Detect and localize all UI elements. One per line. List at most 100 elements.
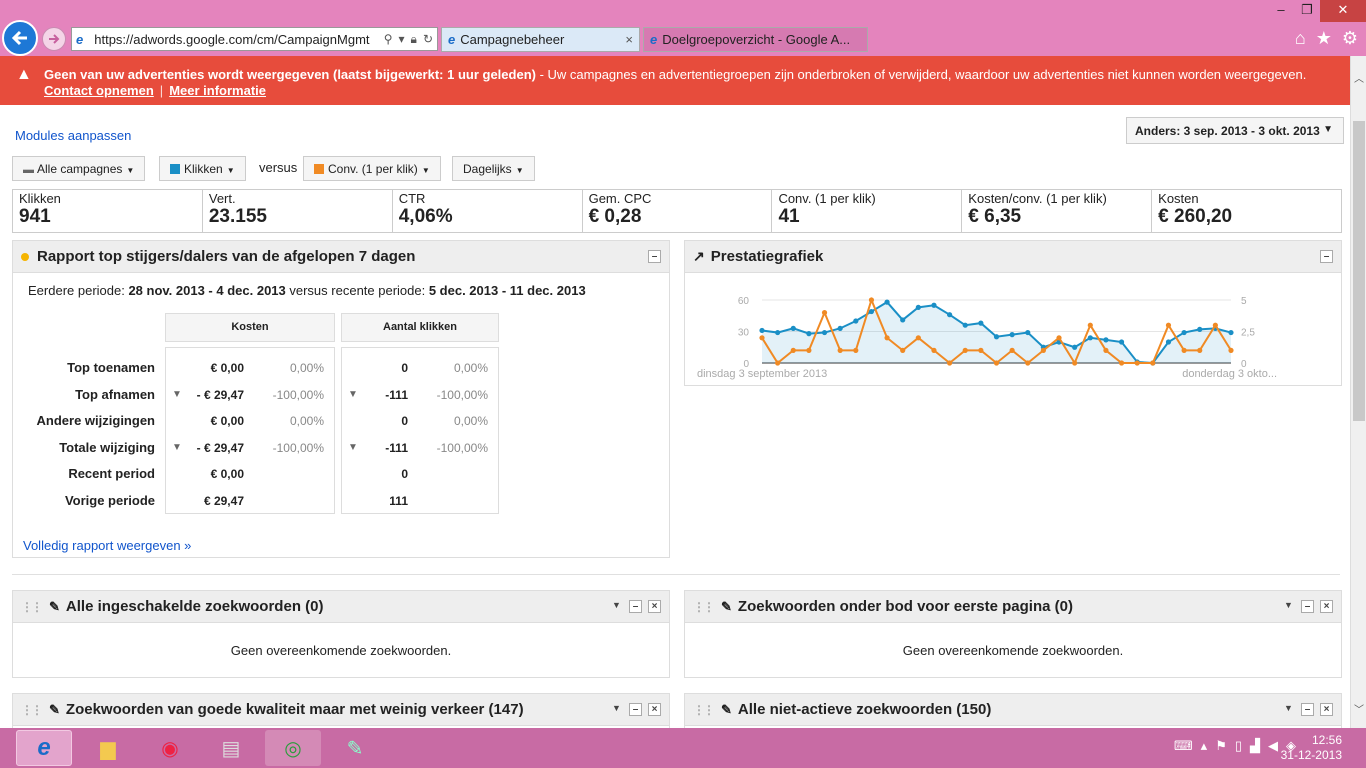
full-report-link[interactable]: Volledig rapport weergeven » (23, 538, 191, 553)
refresh-icon[interactable]: ↻ (423, 32, 433, 46)
restore-button[interactable]: ❐ (1294, 0, 1320, 22)
keyboard-icon[interactable]: ⌨ (1174, 738, 1193, 754)
minimize-panel-button[interactable]: – (648, 250, 661, 263)
stat-conv[interactable]: Conv. (1 per klik) 41 (772, 190, 963, 232)
show-hidden-icons-icon[interactable]: ▴ (1201, 738, 1208, 754)
chevron-down-icon: ▼ (421, 166, 430, 175)
metric2-button[interactable]: Conv. (1 per klik) ▼ (303, 156, 441, 181)
dropdown-icon[interactable]: ▾ (399, 32, 405, 46)
stat-label: CTR (398, 191, 426, 206)
pencil-icon[interactable]: ✎ (49, 599, 60, 615)
panel-menu-icon[interactable]: ▼ (610, 703, 623, 716)
date-range-selector[interactable]: Anders: 3 sep. 2013 - 3 okt. 2013 ▼ (1126, 117, 1344, 144)
contact-link[interactable]: Contact opnemen (44, 83, 154, 98)
panel-title: Zoekwoorden onder bod voor eerste pagina… (737, 598, 1073, 615)
data-point-conversions (1118, 360, 1125, 366)
data-point-klikken (1009, 332, 1015, 338)
campaigns-filter-button[interactable]: ▬ Alle campagnes ▼ (12, 156, 146, 181)
more-info-link[interactable]: Meer informatie (169, 83, 266, 98)
drag-handle-icon[interactable]: ⋮⋮ (21, 600, 43, 614)
stat-kosten[interactable]: Kosten € 260,20 (1152, 190, 1341, 232)
pencil-icon[interactable]: ✎ (49, 702, 60, 718)
minimize-panel-button[interactable]: – (1301, 703, 1314, 716)
data-point-conversions (1197, 347, 1203, 353)
kosten-body: € 0,00 0,00% - € 29,47 -100,00% ▼ € 0,00 0,00%… (165, 347, 335, 514)
data-point-klikken (790, 325, 796, 331)
close-panel-button[interactable]: × (1320, 703, 1333, 716)
performance-chart[interactable]: 6030052,50dinsdag 3 september 2013 donder… (685, 274, 1341, 386)
stat-klikken[interactable]: Klikken 941 (13, 190, 203, 232)
stat-vert[interactable]: Vert. 23.155 (203, 190, 393, 232)
close-panel-button[interactable]: × (648, 703, 661, 716)
tab-doelgroepoverzicht[interactable]: e Doelgroepoverzicht - Google A... (643, 27, 868, 52)
klikken-table: Aantal klikken 0 0,00% -111 -100,00% ▼ 0 0,00%… (341, 313, 499, 514)
network-icon[interactable]: ▟ (1250, 738, 1260, 754)
clock[interactable]: 12:56 31-12-2013 (1281, 733, 1342, 763)
kosten-header: Kosten (165, 313, 335, 342)
alert-text: - Uw campagnes en advertentiegroepen zij… (535, 67, 1307, 82)
stat-label: Kosten (1158, 191, 1199, 206)
internet-explorer-icon[interactable]: e (16, 730, 72, 766)
file-explorer-icon[interactable]: ▆ (80, 730, 136, 766)
drag-handle-icon[interactable]: ⋮⋮ (693, 600, 715, 614)
browser-chrome: – ❐ ✕ e https://adwords.google.com/cm/Ca… (0, 0, 1366, 56)
address-bar[interactable]: e https://adwords.google.com/cm/Campaign… (71, 27, 438, 51)
modules-link[interactable]: Modules aanpassen (15, 128, 131, 143)
battery-icon[interactable]: ▯ (1235, 738, 1242, 754)
volume-icon[interactable]: ◀ (1268, 738, 1278, 754)
page-scrollbar[interactable]: ︿ ﹀ (1350, 56, 1366, 728)
close-tab-icon[interactable]: × (625, 32, 633, 47)
flag-icon[interactable]: ⚑ (1215, 738, 1227, 754)
favorites-star-icon[interactable]: ★ (1316, 28, 1332, 49)
pencil-icon[interactable]: ✎ (721, 702, 732, 718)
stat-cpc[interactable]: Gem. CPC € 0,28 (583, 190, 773, 232)
tab-campagnebeheer[interactable]: e Campagnebeheer × (441, 27, 640, 52)
search-icon[interactable]: ⚲ (384, 32, 393, 46)
scroll-thumb[interactable] (1353, 121, 1365, 421)
granularity-button[interactable]: Dagelijks ▼ (452, 156, 535, 181)
warning-icon: ▲ (16, 66, 32, 83)
minimize-panel-button[interactable]: – (1320, 250, 1333, 263)
close-panel-button[interactable]: × (1320, 600, 1333, 613)
forward-button[interactable] (42, 27, 66, 51)
minimize-button[interactable]: – (1268, 0, 1294, 22)
panel-menu-icon[interactable]: ▼ (1282, 703, 1295, 716)
alert-bold-text: Geen van uw advertenties wordt weergegev… (44, 67, 536, 82)
stat-cost-per-conv[interactable]: Kosten/conv. (1 per klik) € 6,35 (962, 190, 1153, 232)
drag-handle-icon[interactable]: ⋮⋮ (693, 703, 715, 717)
lock-icon[interactable]: 🔒︎ (411, 32, 417, 47)
panel-menu-icon[interactable]: ▼ (610, 600, 623, 613)
data-point-conversions (1103, 347, 1109, 353)
data-point-conversions (884, 335, 890, 341)
close-panel-button[interactable]: × (648, 600, 661, 613)
scroll-down-icon[interactable]: ﹀ (1354, 701, 1364, 716)
period-mid: versus recente periode: (285, 283, 429, 298)
data-point-conversions (915, 335, 921, 341)
alert-separator: | (159, 83, 164, 98)
panel-menu-icon[interactable]: ▼ (1282, 600, 1295, 613)
settings-gear-icon[interactable]: ⚙ (1342, 28, 1358, 49)
stats-summary: Klikken 941 Vert. 23.155 CTR 4,06% Gem. CPC… (12, 189, 1342, 233)
stat-ctr[interactable]: CTR 4,06% (393, 190, 583, 232)
media-icon[interactable]: ▤ (203, 730, 259, 766)
metric1-button[interactable]: Klikken ▼ (159, 156, 246, 181)
home-icon[interactable]: ⌂ (1295, 28, 1306, 49)
close-window-button[interactable]: ✕ (1320, 0, 1366, 22)
down-arrow-icon: ▼ (172, 389, 182, 400)
chrome-icon[interactable]: ◎ (265, 730, 321, 766)
kosten-value: - € 29,47 (196, 441, 244, 455)
paint-icon[interactable]: ✎ (327, 730, 383, 766)
address-url[interactable]: https://adwords.google.com/cm/CampaignMg… (94, 32, 377, 47)
scroll-up-icon[interactable]: ︿ (1354, 70, 1364, 85)
minimize-panel-button[interactable]: – (629, 600, 642, 613)
back-button[interactable] (2, 20, 38, 56)
photos-icon[interactable]: ◉ (142, 730, 198, 766)
pencil-icon[interactable]: ✎ (721, 599, 732, 615)
minimize-panel-button[interactable]: – (629, 703, 642, 716)
ie-page-icon: e (76, 31, 84, 47)
klikken-percent: -100,00% (436, 441, 488, 455)
chevron-down-icon: ▼ (226, 166, 235, 175)
drag-handle-icon[interactable]: ⋮⋮ (21, 703, 43, 717)
data-point-conversions (978, 347, 984, 353)
minimize-panel-button[interactable]: – (1301, 600, 1314, 613)
